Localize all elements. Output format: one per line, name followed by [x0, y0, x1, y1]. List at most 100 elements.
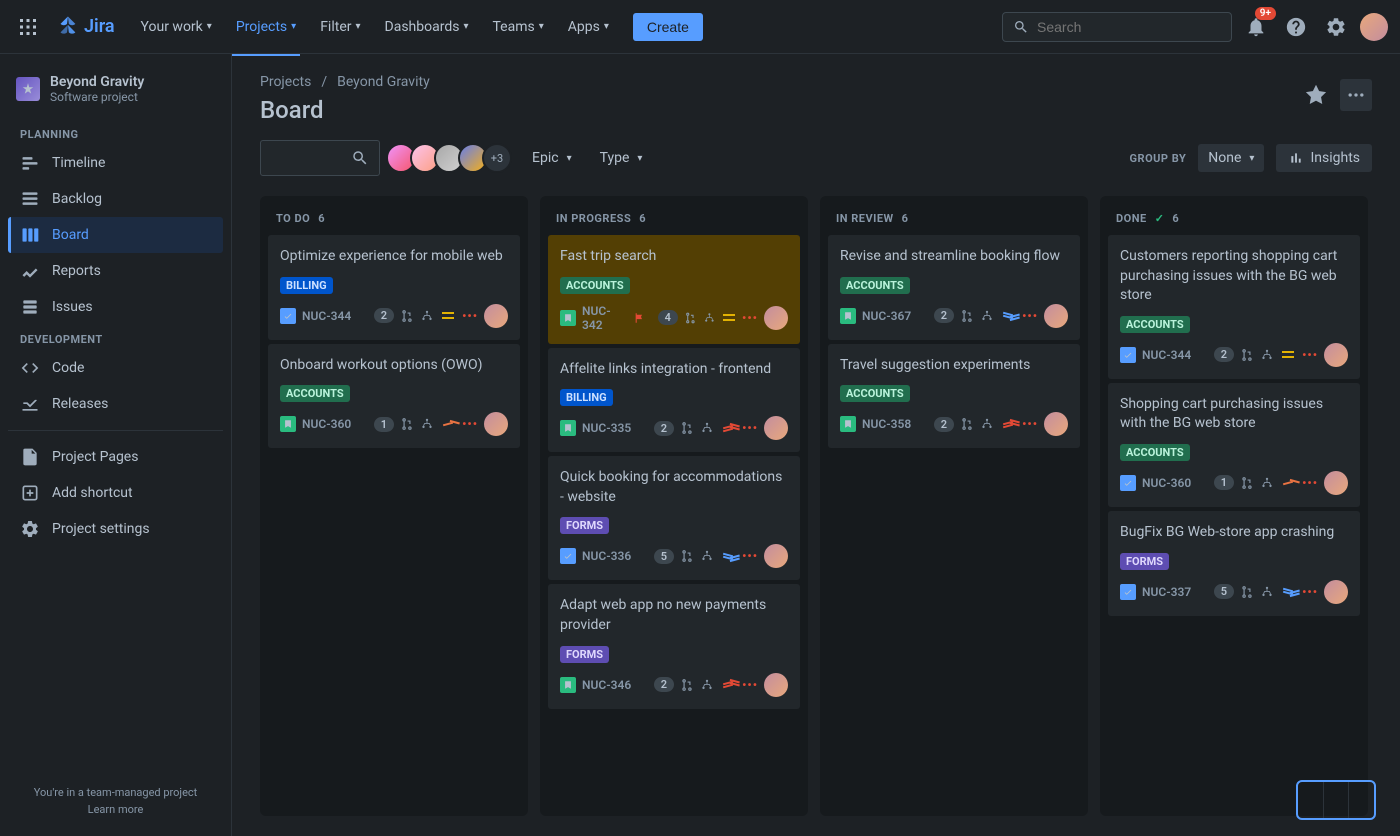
- issue-key: NUC-337: [1142, 585, 1191, 599]
- create-button[interactable]: Create: [633, 13, 703, 41]
- estimate-badge: 5: [1214, 584, 1234, 599]
- card-tag: BILLING: [280, 277, 333, 294]
- section-development: DEVELOPMENT: [8, 325, 223, 350]
- story-type-icon: [280, 416, 296, 432]
- avatar-more[interactable]: +3: [482, 143, 512, 173]
- card-footer: NUC-360 1 •••: [1120, 471, 1348, 495]
- card-footer: NUC-344 2 •••: [1120, 343, 1348, 367]
- assignee-avatar[interactable]: [764, 416, 788, 440]
- issue-key: NUC-344: [302, 309, 351, 323]
- column-name: IN REVIEW: [836, 212, 894, 225]
- assignee-avatar[interactable]: [764, 544, 788, 568]
- breadcrumb-projects[interactable]: Projects: [260, 74, 311, 90]
- priority-medium-icon: [1280, 349, 1296, 361]
- issue-key: NUC-342: [582, 304, 627, 332]
- nav-projects[interactable]: Projects▾: [226, 13, 306, 41]
- issue-card[interactable]: Adapt web app no new payments provider F…: [548, 584, 800, 708]
- sidebar-item-add-shortcut[interactable]: Add shortcut: [8, 475, 223, 511]
- assignee-filter[interactable]: +3: [392, 143, 512, 173]
- global-search[interactable]: [1002, 12, 1232, 42]
- card-title: Affelite links integration - frontend: [560, 360, 788, 380]
- sidebar-item-releases[interactable]: Releases: [8, 386, 223, 422]
- settings-icon[interactable]: [1320, 11, 1352, 43]
- assignee-avatar[interactable]: [1044, 304, 1068, 328]
- notification-badge: 9+: [1255, 7, 1276, 20]
- user-avatar[interactable]: [1360, 13, 1388, 41]
- notifications-icon[interactable]: 9+: [1240, 11, 1272, 43]
- issue-card[interactable]: Shopping cart purchasing issues with the…: [1108, 383, 1360, 507]
- issue-card[interactable]: Revise and streamline booking flow ACCOU…: [828, 235, 1080, 340]
- estimate-badge: 2: [934, 308, 954, 323]
- priority-low-icon: [720, 550, 736, 562]
- assignee-avatar[interactable]: [764, 673, 788, 697]
- assignee-avatar[interactable]: [1324, 343, 1348, 367]
- issue-card[interactable]: Optimize experience for mobile web BILLI…: [268, 235, 520, 340]
- story-type-icon: [560, 310, 576, 326]
- apps-menu-icon[interactable]: [12, 11, 44, 43]
- assignee-avatar[interactable]: [484, 304, 508, 328]
- star-icon[interactable]: [1300, 79, 1332, 111]
- topbar: Jira Your work▾ Projects▾ Filter▾ Dashbo…: [0, 0, 1400, 54]
- estimate-badge: 2: [1214, 347, 1234, 362]
- card-tag: ACCOUNTS: [1120, 444, 1190, 461]
- issue-card[interactable]: Travel suggestion experiments ACCOUNTS N…: [828, 344, 1080, 449]
- issue-card[interactable]: Onboard workout options (OWO) ACCOUNTS N…: [268, 344, 520, 449]
- sidebar-item-reports[interactable]: Reports: [8, 253, 223, 289]
- issue-card[interactable]: BugFix BG Web-store app crashing FORMS N…: [1108, 511, 1360, 616]
- zoom-widget[interactable]: [1296, 780, 1376, 820]
- story-type-icon: [560, 420, 576, 436]
- more-icon[interactable]: [1340, 79, 1372, 111]
- assignee-avatar[interactable]: [1324, 580, 1348, 604]
- board-search[interactable]: [260, 140, 380, 176]
- nav-filter[interactable]: Filter▾: [310, 13, 370, 41]
- column-count: 6: [318, 212, 325, 225]
- nav-teams[interactable]: Teams▾: [482, 13, 553, 41]
- assignee-avatar[interactable]: [1324, 471, 1348, 495]
- pull-request-icon: [960, 417, 974, 431]
- nav-apps[interactable]: Apps▾: [558, 13, 619, 41]
- epic-dropdown[interactable]: Epic▾: [524, 144, 580, 172]
- assignee-avatar[interactable]: [484, 412, 508, 436]
- main-nav: Your work▾ Projects▾ Filter▾ Dashboards▾…: [131, 13, 619, 41]
- column-count: 6: [902, 212, 909, 225]
- subtask-icon: [980, 309, 994, 323]
- card-tag: ACCOUNTS: [1120, 316, 1190, 333]
- project-header[interactable]: Beyond Gravity Software project: [8, 70, 223, 120]
- help-icon[interactable]: [1280, 11, 1312, 43]
- pull-request-icon: [680, 549, 694, 563]
- card-tag: ACCOUNTS: [560, 277, 630, 294]
- column-name: TO DO: [276, 212, 310, 225]
- estimate-badge: 2: [934, 417, 954, 432]
- assignee-avatar[interactable]: [764, 306, 788, 330]
- insights-button[interactable]: Insights: [1276, 144, 1372, 172]
- sidebar-item-timeline[interactable]: Timeline: [8, 145, 223, 181]
- issue-card[interactable]: Quick booking for accommodations - websi…: [548, 456, 800, 580]
- sidebar-item-project-settings[interactable]: Project settings: [8, 511, 223, 547]
- sidebar-item-code[interactable]: Code: [8, 350, 223, 386]
- learn-more-link[interactable]: Learn more: [20, 803, 211, 816]
- sidebar-item-board[interactable]: Board: [8, 217, 223, 253]
- sidebar-item-backlog[interactable]: Backlog: [8, 181, 223, 217]
- search-input[interactable]: [1037, 19, 1221, 35]
- sidebar: Beyond Gravity Software project PLANNING…: [0, 54, 232, 836]
- issue-card[interactable]: Customers reporting shopping cart purcha…: [1108, 235, 1360, 379]
- dev-status-icon: •••: [1302, 476, 1318, 490]
- priority-high-icon: [1280, 477, 1296, 489]
- card-footer: NUC-336 5 •••: [560, 544, 788, 568]
- type-dropdown[interactable]: Type▾: [592, 144, 651, 172]
- issue-card[interactable]: Fast trip search ACCOUNTS NUC-342 4 •••: [548, 235, 800, 344]
- sidebar-item-issues[interactable]: Issues: [8, 289, 223, 325]
- sidebar-item-project-pages[interactable]: Project Pages: [8, 439, 223, 475]
- nav-dashboards[interactable]: Dashboards▾: [375, 13, 479, 41]
- breadcrumb-project[interactable]: Beyond Gravity: [337, 74, 430, 90]
- assignee-avatar[interactable]: [1044, 412, 1068, 436]
- nav-your-work[interactable]: Your work▾: [131, 13, 222, 41]
- card-title: Revise and streamline booking flow: [840, 247, 1068, 267]
- issue-card[interactable]: Affelite links integration - frontend BI…: [548, 348, 800, 453]
- priority-low-icon: [1000, 310, 1016, 322]
- jira-logo[interactable]: Jira: [56, 15, 115, 39]
- insights-icon: [1288, 150, 1304, 166]
- chevron-down-icon: ▾: [604, 21, 609, 32]
- chevron-down-icon: ▾: [637, 153, 642, 164]
- groupby-select[interactable]: None▾: [1198, 144, 1264, 172]
